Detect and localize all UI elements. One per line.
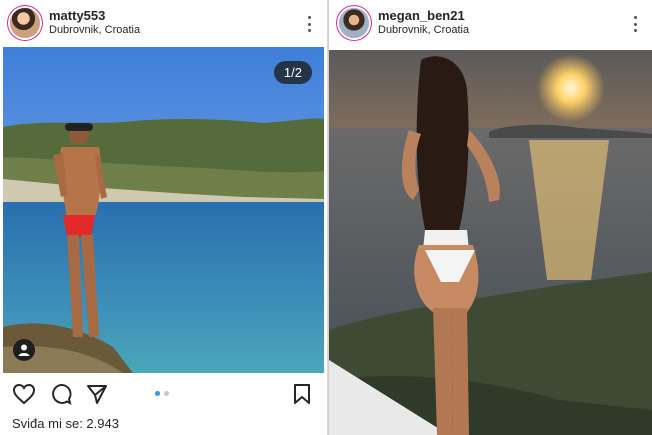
- bookmark-icon[interactable]: [293, 383, 311, 405]
- beach-photo: [3, 47, 324, 373]
- more-vertical-icon[interactable]: [633, 16, 637, 32]
- post-photo[interactable]: [329, 50, 652, 435]
- more-vertical-icon[interactable]: [307, 16, 311, 32]
- post-left: matty553 Dubrovnik, Croatia 1/2 Sviđa mi…: [0, 0, 327, 435]
- send-icon[interactable]: [86, 383, 108, 405]
- action-bar: [0, 375, 327, 413]
- post-header: megan_ben21 Dubrovnik, Croatia: [329, 0, 652, 46]
- user-tag-icon[interactable]: [13, 339, 35, 361]
- photo-counter: 1/2: [273, 61, 312, 84]
- username[interactable]: matty553: [49, 8, 140, 23]
- carousel-indicator: [155, 391, 169, 396]
- post-right: megan_ben21 Dubrovnik, Croatia: [328, 0, 652, 435]
- location[interactable]: Dubrovnik, Croatia: [49, 23, 140, 38]
- username[interactable]: megan_ben21: [378, 8, 469, 23]
- post-header: matty553 Dubrovnik, Croatia: [0, 0, 327, 46]
- likes-count[interactable]: Sviđa mi se: 2.943: [12, 416, 119, 431]
- avatar[interactable]: [10, 8, 40, 38]
- carousel-dot-active: [155, 391, 160, 396]
- location[interactable]: Dubrovnik, Croatia: [378, 23, 469, 38]
- comment-icon[interactable]: [50, 383, 72, 405]
- carousel-dot: [164, 391, 169, 396]
- avatar[interactable]: [339, 8, 369, 38]
- heart-icon[interactable]: [12, 383, 36, 405]
- post-photo[interactable]: 1/2: [3, 47, 324, 373]
- sunset-photo: [329, 50, 652, 435]
